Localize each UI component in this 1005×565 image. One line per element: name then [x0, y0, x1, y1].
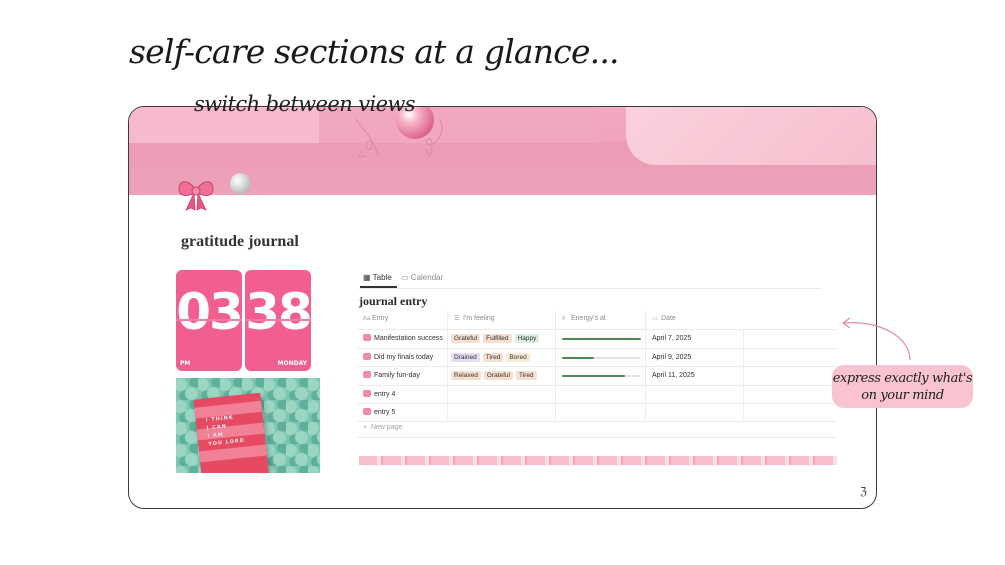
curved-arrow-right: [841, 317, 911, 361]
table-row[interactable]: Did my finals today Drained Tired Bored Apri…: [357, 347, 837, 367]
entry-cell[interactable]: Manifestation success: [357, 330, 447, 348]
feeling-tag: Grateful: [451, 334, 481, 343]
entry-cell[interactable]: entry 4: [357, 386, 447, 404]
column-feeling[interactable]: ☰ I'm feeling: [447, 311, 555, 329]
silver-sphere: [230, 173, 251, 194]
page-icon: [363, 371, 371, 378]
page-title: gratitude journal: [181, 233, 299, 250]
energy-progress-bar: [562, 375, 641, 377]
table-header: Aa Entry ☰ I'm feeling # Energy's at ▭ Date: [357, 311, 837, 329]
decorative-ribbon-strip: [359, 456, 837, 465]
annotation-express-mind: express exactly what's on your mind: [832, 365, 973, 408]
arrow-to-table-icon: [355, 118, 379, 156]
list-icon: ☰: [454, 316, 460, 322]
date-cell[interactable]: April 11, 2025: [645, 367, 743, 385]
notion-page-frame: gratitude journal 03 PM 38 MONDAY I THIN…: [128, 106, 877, 509]
column-date[interactable]: ▭ Date: [645, 311, 743, 329]
table-row[interactable]: Family fun-day Relaxed Grateful Tired April …: [357, 366, 837, 385]
date-cell[interactable]: [645, 404, 743, 422]
feeling-cell[interactable]: Grateful Fulfilled Happy: [447, 330, 555, 348]
database-title[interactable]: journal entry: [359, 294, 427, 309]
energy-cell[interactable]: [555, 404, 645, 422]
column-energy[interactable]: # Energy's at: [555, 311, 645, 329]
feeling-tag: Happy: [514, 334, 540, 343]
tab-table[interactable]: ▦ Table: [363, 273, 392, 282]
page-icon: [363, 334, 371, 341]
clock-ampm: PM: [180, 360, 191, 367]
table-row[interactable]: entry 5: [357, 403, 837, 422]
entry-cell[interactable]: Family fun-day: [357, 367, 447, 385]
empty-cell: [743, 404, 837, 422]
tab-calendar[interactable]: ▭ Calendar: [401, 273, 443, 282]
table-row[interactable]: entry 4: [357, 384, 837, 404]
column-entry[interactable]: Aa Entry: [357, 311, 447, 329]
empty-cell: [743, 348, 837, 367]
arrow-to-calendar-icon: [425, 118, 443, 154]
empty-cell: [743, 330, 837, 348]
date-cell[interactable]: April 9, 2025: [645, 348, 743, 367]
page-icon: [363, 352, 371, 360]
new-page-button[interactable]: + New page: [363, 424, 403, 431]
entry-cell[interactable]: Did my finals today: [357, 349, 447, 367]
energy-cell[interactable]: [555, 385, 645, 404]
feeling-tag: Bored: [506, 352, 530, 362]
feeling-cell[interactable]: Drained Tired Bored: [447, 348, 555, 367]
feeling-cell[interactable]: [447, 385, 555, 404]
energy-progress-bar: [562, 338, 641, 340]
feeling-tag: Fulfilled: [483, 334, 512, 343]
annotation-switch-views: switch between views: [194, 92, 416, 116]
calendar-icon: ▭: [652, 316, 658, 322]
feeling-tag: Tired: [515, 371, 537, 380]
empty-cell: [743, 385, 837, 404]
date-cell[interactable]: [645, 385, 743, 404]
book-image: I THINK I CAN I AM YOU LORD: [193, 392, 270, 473]
plus-icon: +: [363, 424, 368, 431]
clock-minutes: 38 MONDAY: [245, 270, 313, 371]
clock-hours: 03 PM: [176, 270, 244, 371]
table-row[interactable]: Manifestation success Grateful Fulfilled Ha…: [357, 329, 837, 348]
feeling-cell[interactable]: [447, 404, 555, 422]
energy-cell[interactable]: [555, 367, 645, 385]
calendar-icon: ▭: [401, 273, 409, 282]
page-icon: [363, 389, 371, 397]
energy-progress-bar: [562, 356, 641, 359]
clock-day: MONDAY: [277, 360, 308, 367]
feeling-cell[interactable]: Relaxed Grateful Tired: [447, 367, 555, 385]
notion-logo-icon: ℨ: [860, 485, 867, 498]
feeling-tag: Drained: [451, 352, 480, 362]
table-icon: ▦: [363, 273, 371, 282]
date-cell[interactable]: April 7, 2025: [645, 330, 743, 348]
number-icon: #: [562, 316, 566, 322]
energy-cell[interactable]: [555, 330, 645, 348]
headline: self-care sections at a glance...: [129, 32, 620, 71]
feeling-tag: Grateful: [483, 371, 513, 380]
empty-cell: [743, 367, 837, 385]
energy-cell[interactable]: [555, 348, 645, 367]
curly-arrows: [355, 118, 443, 158]
page-icon: [363, 408, 371, 415]
book-photo: I THINK I CAN I AM YOU LORD: [176, 378, 320, 473]
text-icon: Aa: [363, 316, 371, 322]
feeling-tag: Relaxed: [451, 371, 481, 380]
bow-icon[interactable]: [176, 176, 216, 212]
feeling-tag: Tired: [482, 352, 504, 362]
entry-cell[interactable]: entry 5: [357, 404, 447, 422]
flip-clock-widget: 03 PM 38 MONDAY: [176, 270, 313, 371]
